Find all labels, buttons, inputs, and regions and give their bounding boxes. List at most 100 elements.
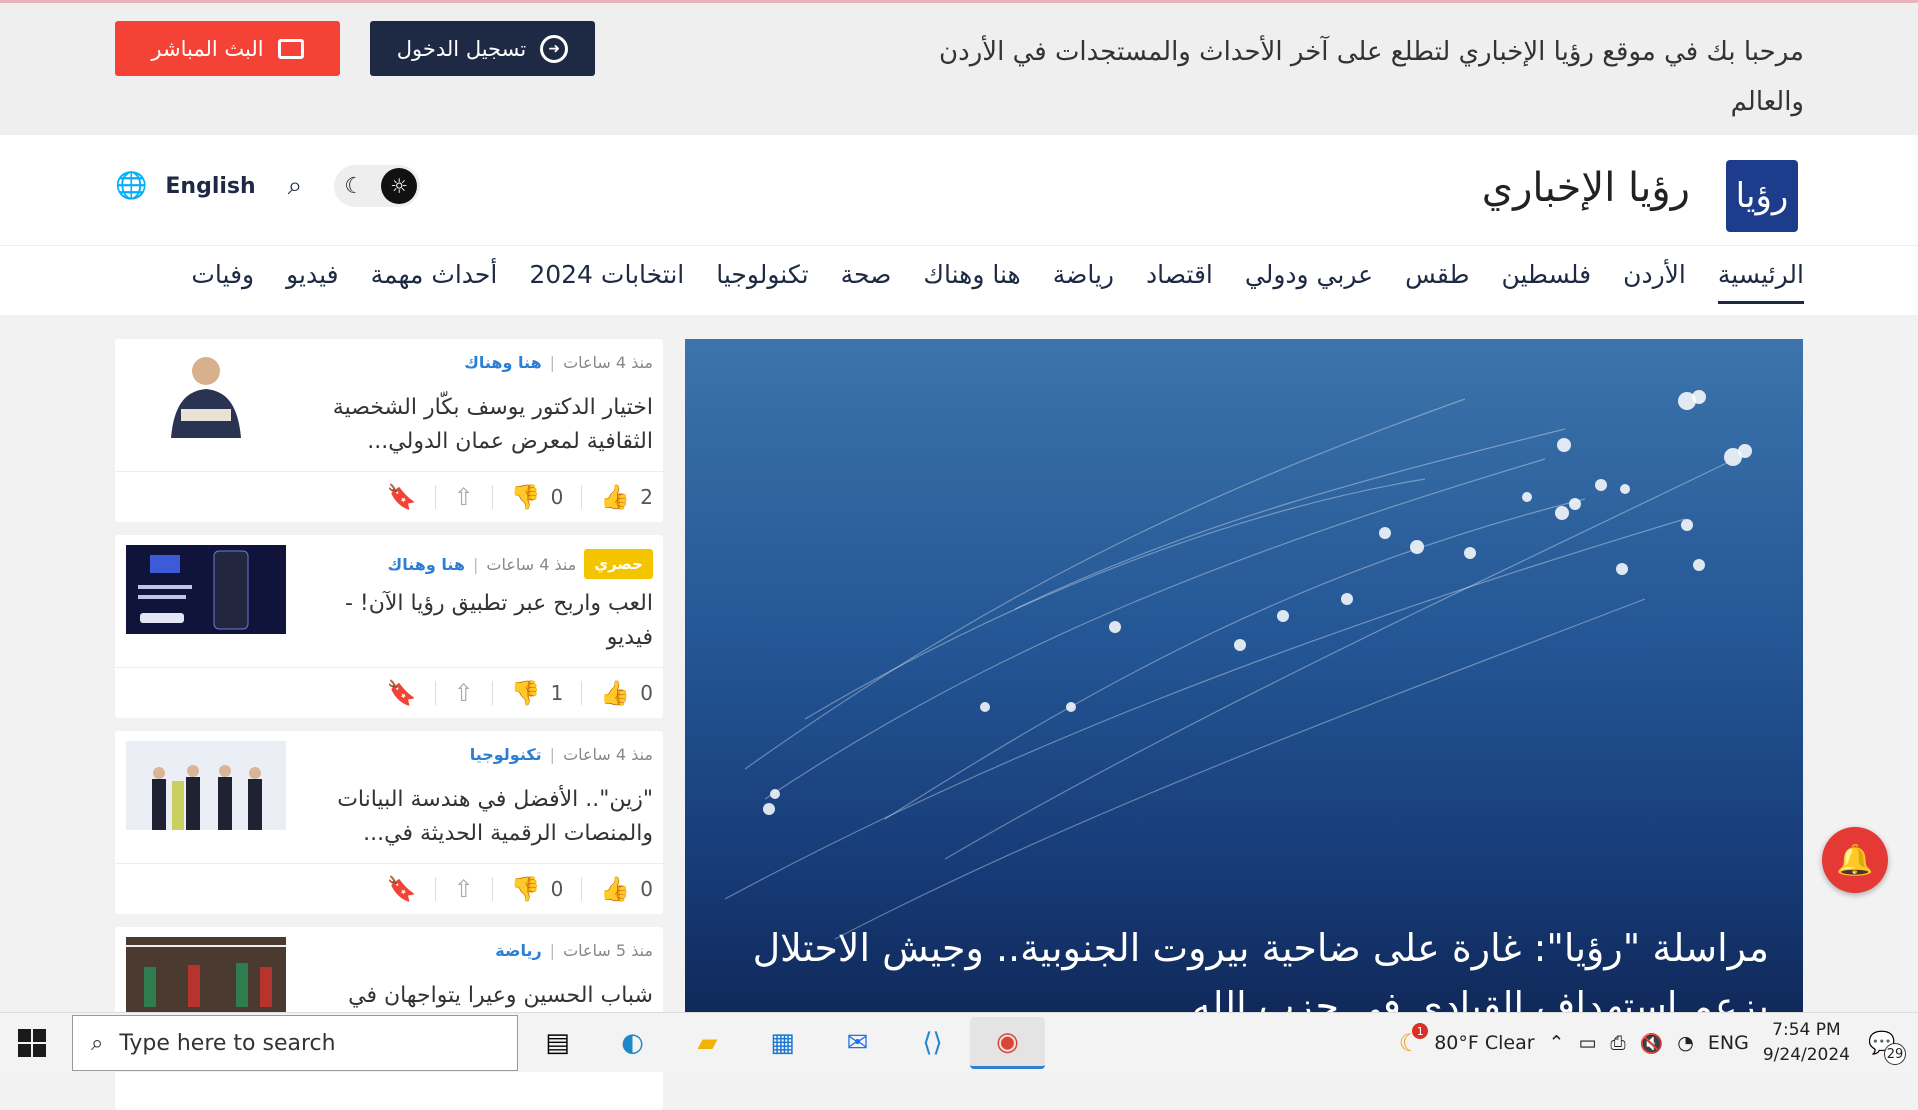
main-nav: الرئيسية الأردن فلسطين طقس عربي ودولي اقتصاد ر… (0, 245, 1918, 315)
like-button[interactable]: 0 👍 (600, 679, 653, 707)
nav-item[interactable]: انتخابات 2024 (529, 260, 684, 304)
portrait-image (171, 357, 241, 438)
card-actions: 0 👍 1 👎 ⇧ 🔖 (115, 667, 663, 718)
nav-item[interactable]: فلسطين (1501, 260, 1591, 304)
card-category[interactable]: هنا وهناك (388, 555, 465, 574)
card-category[interactable]: تكنولوجيا (470, 745, 542, 764)
thumbs-down-icon: 👎 (510, 679, 541, 707)
nav-item[interactable]: تكنولوجيا (716, 260, 808, 304)
card-title[interactable]: شباب الحسين وعيرا يتواجهان في (313, 979, 653, 1013)
card-category[interactable]: هنا وهناك (464, 353, 541, 372)
mail-icon[interactable]: ✉ (820, 1017, 895, 1069)
dislike-button[interactable]: 0 👎 (511, 875, 564, 903)
live-label: البث المباشر (151, 36, 264, 61)
divider (434, 877, 436, 901)
exclusive-badge: حصري (584, 549, 653, 579)
thumbs-up-icon: 👍 (600, 483, 631, 511)
nav-item[interactable]: رياضة (1053, 260, 1114, 304)
search-icon[interactable]: ⌕ (288, 171, 303, 202)
card-meta: حصري منذ 4 ساعات | هنا وهناك (388, 549, 653, 579)
card-title[interactable]: "زين".. الأفضل في هندسة البيانات والمنصا… (313, 783, 653, 851)
hero-image (724, 390, 1752, 940)
weather-text[interactable]: 80°F Clear (1434, 1032, 1534, 1054)
nav-item[interactable]: صحة (841, 260, 892, 304)
language-switch[interactable]: English (165, 174, 255, 199)
notification-bell-icon[interactable]: 🔔 (1822, 827, 1888, 893)
vscode-icon[interactable]: ⟨⟩ (895, 1017, 970, 1069)
card-meta: منذ 4 ساعات | تكنولوجيا (470, 745, 653, 764)
divider (581, 877, 583, 901)
brand-name: رؤيا الإخباري (1481, 165, 1690, 211)
volume-muted-icon[interactable]: 🔇 (1640, 1032, 1664, 1055)
moon-icon: ☾ (344, 174, 364, 199)
chrome-icon[interactable]: ◉ (970, 1017, 1045, 1069)
dislike-button[interactable]: 0 👎 (511, 483, 564, 511)
weather-icon[interactable]: ☾ 1 (1399, 1023, 1429, 1057)
battery-icon[interactable]: ▭ (1578, 1032, 1596, 1054)
wifi-icon[interactable]: ◔ (1677, 1032, 1694, 1054)
dislike-button[interactable]: 1 👎 (511, 679, 564, 707)
chevron-up-icon[interactable]: ⌃ (1549, 1032, 1565, 1054)
task-view-icon[interactable]: ▤ (520, 1017, 595, 1069)
bookmark-icon[interactable]: 🔖 (387, 679, 417, 707)
dislike-count: 0 (550, 877, 564, 901)
taskbar-search-box[interactable]: ⌕ Type here to search (72, 1015, 518, 1071)
bookmark-icon[interactable]: 🔖 (387, 483, 417, 511)
theme-toggle[interactable]: ☾ ☼ (334, 165, 421, 207)
file-explorer-icon[interactable]: ▰ (670, 1017, 745, 1069)
card-title[interactable]: العب واربح عبر تطبيق رؤيا الآن! - فيديو (313, 587, 653, 655)
site-logo[interactable]: رؤيا (1726, 160, 1798, 232)
input-language[interactable]: ENG (1708, 1032, 1749, 1054)
nav-item[interactable]: وفيات (191, 260, 254, 304)
clock[interactable]: 7:54 PM 9/24/2024 (1763, 1018, 1850, 1068)
nav-item[interactable]: الأردن (1623, 260, 1686, 304)
nav-item[interactable]: أحداث مهمة (371, 260, 498, 304)
card-actions: 0 👍 0 👎 ⇧ 🔖 (115, 863, 663, 914)
dislike-count: 1 (550, 681, 564, 705)
card-meta: منذ 4 ساعات | هنا وهناك (464, 353, 653, 372)
login-button[interactable]: ➜ تسجيل الدخول (370, 21, 595, 76)
share-icon[interactable]: ⇧ (454, 875, 474, 903)
like-count: 2 (640, 485, 653, 509)
card-category[interactable]: رياضة (495, 941, 541, 960)
clock-time: 7:54 PM (1772, 1020, 1841, 1040)
nav-item[interactable]: هنا وهناك (923, 260, 1020, 304)
share-icon[interactable]: ⇧ (454, 679, 474, 707)
globe-icon[interactable]: 🌐 (115, 171, 147, 201)
card-time: منذ 5 ساعات (563, 941, 653, 960)
bookmark-icon[interactable]: 🔖 (387, 875, 417, 903)
ceremony-image (126, 741, 286, 830)
news-card[interactable]: منذ 4 ساعات | تكنولوجيا "زين".. الأفضل ف… (115, 731, 663, 914)
notification-count: 29 (1884, 1043, 1906, 1065)
weather-badge: 1 (1412, 1023, 1429, 1039)
divider (491, 485, 493, 509)
card-title[interactable]: اختيار الدكتور يوسف بكّار الشخصية الثقاف… (313, 391, 653, 459)
like-button[interactable]: 0 👍 (600, 875, 653, 903)
nav-item[interactable]: عربي ودولي (1245, 260, 1373, 304)
news-card[interactable]: حصري منذ 4 ساعات | هنا وهناك العب واربح … (115, 535, 663, 718)
card-time: منذ 4 ساعات (563, 745, 653, 764)
hero-article[interactable]: مراسلة "رؤيا": غارة على ضاحية بيروت الجن… (685, 339, 1803, 1012)
card-actions: 2 👍 0 👎 ⇧ 🔖 (115, 471, 663, 522)
like-button[interactable]: 2 👍 (600, 483, 653, 511)
thumbs-down-icon: 👎 (510, 483, 541, 511)
nav-item[interactable]: اقتصاد (1146, 260, 1213, 304)
thumbs-up-icon: 👍 (600, 679, 631, 707)
news-card[interactable]: منذ 4 ساعات | هنا وهناك اختيار الدكتور ي… (115, 339, 663, 522)
nav-item[interactable]: طقس (1405, 260, 1469, 304)
edge-icon[interactable]: ◐ (595, 1017, 670, 1069)
like-count: 0 (640, 877, 653, 901)
login-icon: ➜ (540, 34, 569, 63)
windows-taskbar: ⌕ Type here to search ▤ ◐ ▰ ▦ ✉ ⟨⟩ ◉ ☾ 1 … (0, 1012, 1918, 1072)
live-stream-button[interactable]: البث المباشر (115, 21, 340, 76)
system-tray: ☾ 1 80°F Clear ⌃ ▭ ⎙ 🔇 ◔ ENG 7:54 PM 9/24… (1399, 1013, 1918, 1073)
divider (434, 485, 436, 509)
share-icon[interactable]: ⇧ (454, 483, 474, 511)
microsoft-store-icon[interactable]: ▦ (745, 1017, 820, 1069)
nav-item[interactable]: الرئيسية (1717, 260, 1804, 304)
nav-item[interactable]: فيديو (286, 260, 339, 304)
meet-now-icon[interactable]: ⎙ (1610, 1032, 1625, 1054)
windows-start-icon[interactable] (18, 1029, 46, 1057)
hero-title[interactable]: مراسلة "رؤيا": غارة على ضاحية بيروت الجن… (729, 919, 1769, 1012)
notification-center-icon[interactable]: 💬 29 (1864, 1025, 1906, 1065)
